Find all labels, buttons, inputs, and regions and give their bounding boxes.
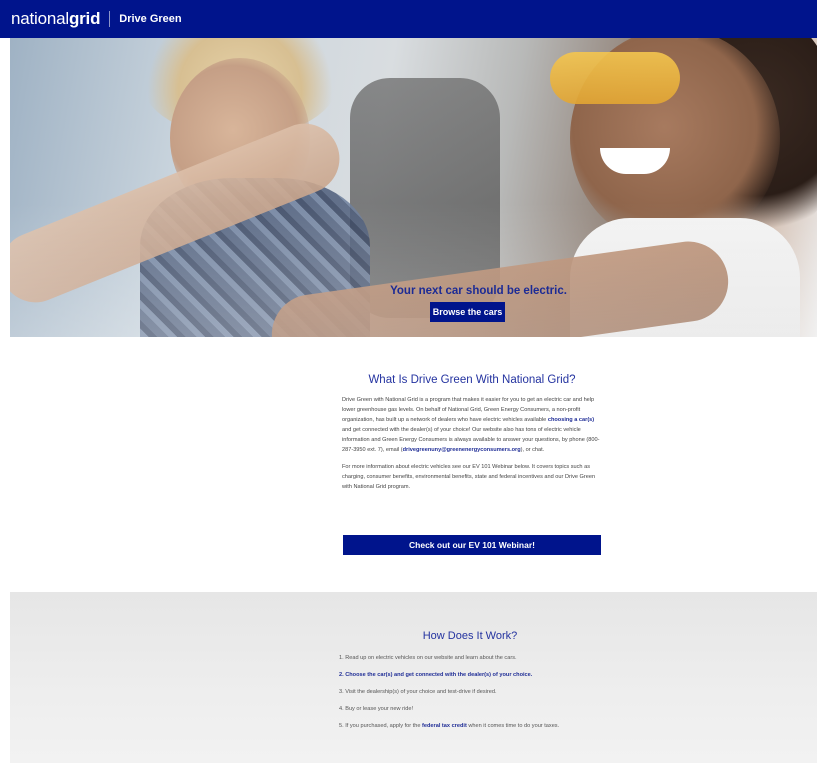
what-is-paragraph-1: Drive Green with National Grid is a prog… <box>342 395 602 456</box>
what-is-heading: What Is Drive Green With National Grid? <box>368 374 576 386</box>
logo-text-bold: grid <box>68 9 101 28</box>
what-is-paragraph-2: For more information about electric vehi… <box>342 463 596 490</box>
what-is-section: What Is Drive Green With National Grid? … <box>0 337 817 592</box>
choosing-car-link[interactable]: choosing a car(s) <box>548 417 594 423</box>
step-item: 4. Buy or lease your new ride! <box>339 706 413 712</box>
ev101-webinar-button[interactable]: Check out our EV 101 Webinar! <box>343 535 601 555</box>
step-text: 5. If you purchased, apply for the <box>339 723 423 729</box>
step-item: 3. Visit the dealership(s) of your choic… <box>339 689 497 695</box>
step-item-link[interactable]: 2. Choose the car(s) and get connected w… <box>339 671 639 688</box>
step-text: when it comes time to do your taxes. <box>466 723 560 729</box>
what-is-body: Drive Green with National Grid is a prog… <box>342 395 602 498</box>
how-it-works-heading: How Does It Work? <box>422 630 518 642</box>
hero-image: Your next car should be electric. Browse… <box>10 38 817 337</box>
hero-headline: Your next car should be electric. <box>390 285 567 297</box>
step-item: 5. If you purchased, apply for the feder… <box>339 722 639 739</box>
step-item: 1. Read up on electric vehicles on our w… <box>339 655 517 661</box>
national-grid-logo[interactable]: nationalgrid <box>11 9 100 29</box>
program-name[interactable]: Drive Green <box>119 13 181 25</box>
page: nationalgrid Drive Green Your next car s… <box>0 0 817 763</box>
paragraph-text: ), or chat. <box>520 447 545 454</box>
browse-cars-button[interactable]: Browse the cars <box>430 302 505 322</box>
logo-text-light: national <box>11 9 69 28</box>
header-divider <box>109 11 111 27</box>
top-header-bar: nationalgrid Drive Green <box>0 0 817 38</box>
how-it-works-section: How Does It Work? 1. Read up on electric… <box>10 592 817 763</box>
email-link[interactable]: drivegreenuny@greenenergyconsumers.org <box>403 447 521 453</box>
federal-tax-credit-link[interactable]: federal tax credit <box>422 723 467 729</box>
steps-list: 1. Read up on electric vehicles on our w… <box>339 654 639 739</box>
